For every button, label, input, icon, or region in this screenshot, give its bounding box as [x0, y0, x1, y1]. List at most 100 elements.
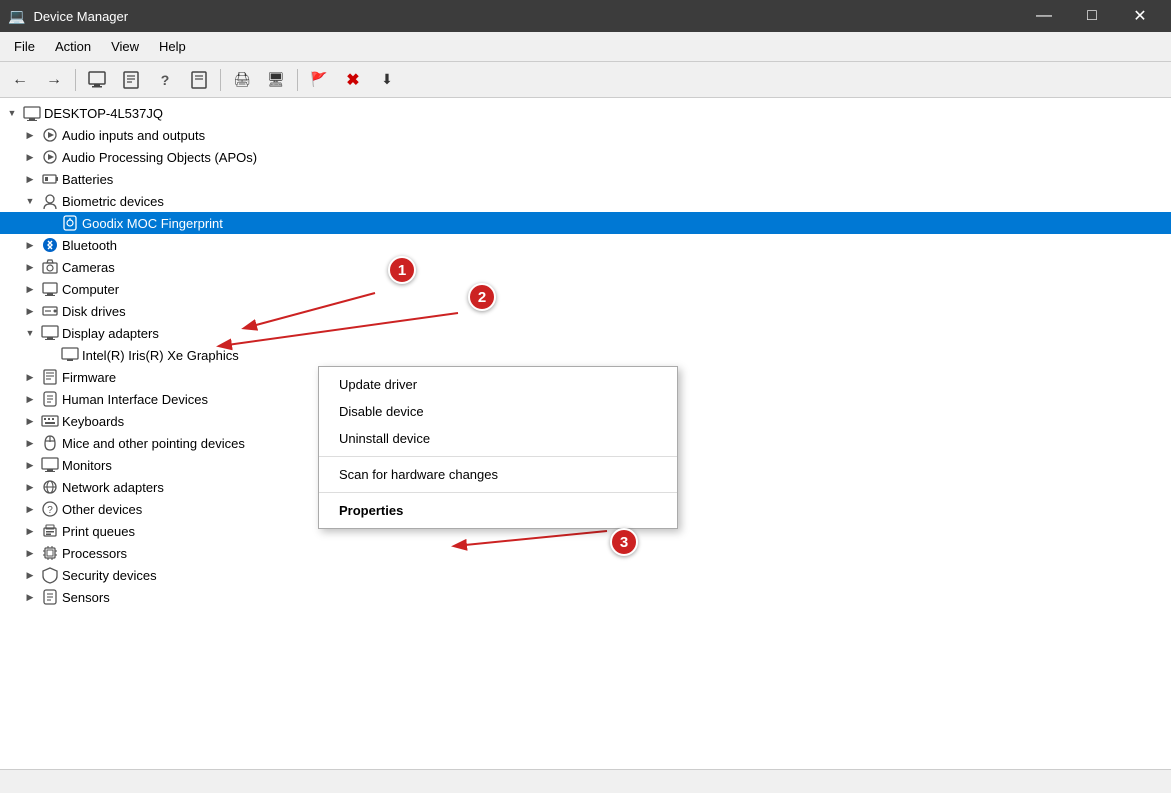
context-menu-update-driver[interactable]: Update driver [319, 371, 677, 398]
delete-button[interactable]: ✖ [337, 66, 369, 94]
expand-audio-io[interactable] [22, 127, 38, 143]
display-adapters-icon [41, 324, 59, 342]
intel-iris-label: Intel(R) Iris(R) Xe Graphics [82, 348, 239, 363]
menu-file[interactable]: File [4, 35, 45, 58]
expand-cameras[interactable] [22, 259, 38, 275]
audio-proc-label: Audio Processing Objects (APOs) [62, 150, 257, 165]
back-button[interactable]: ← [4, 66, 36, 94]
expand-other[interactable] [22, 501, 38, 517]
keyboards-icon [41, 412, 59, 430]
minimize-button[interactable]: — [1021, 0, 1067, 32]
context-menu-sep2 [319, 492, 677, 493]
device-manager-button[interactable] [81, 66, 113, 94]
print-button[interactable]: 🖨 [226, 66, 258, 94]
close-button[interactable]: ✕ [1117, 0, 1163, 32]
title-bar: 💻 Device Manager — □ ✕ [0, 0, 1171, 32]
print-queues-icon [41, 522, 59, 540]
tree-item-goodix[interactable]: Goodix MOC Fingerprint [0, 212, 1171, 234]
tree-item-disk-drives[interactable]: Disk drives [0, 300, 1171, 322]
cameras-icon [41, 258, 59, 276]
context-menu-disable-device[interactable]: Disable device [319, 398, 677, 425]
toolbar: ← → ? 🖨 🖥 🚩 ✖ ⬇ [0, 62, 1171, 98]
menu-view[interactable]: View [101, 35, 149, 58]
biometric-icon [41, 192, 59, 210]
expand-audio-proc[interactable] [22, 149, 38, 165]
hid-icon [41, 390, 59, 408]
tree-item-computer[interactable]: Computer [0, 278, 1171, 300]
root-icon [23, 104, 41, 122]
processors-label: Processors [62, 546, 127, 561]
context-menu-uninstall-device[interactable]: Uninstall device [319, 425, 677, 452]
computer-label: Computer [62, 282, 119, 297]
tree-item-bluetooth[interactable]: Bluetooth [0, 234, 1171, 256]
expand-mice[interactable] [22, 435, 38, 451]
tree-item-security[interactable]: Security devices [0, 564, 1171, 586]
tree-item-batteries[interactable]: Batteries [0, 168, 1171, 190]
other-label: Other devices [62, 502, 142, 517]
flag-button[interactable]: 🚩 [303, 66, 335, 94]
expand-display-adapters[interactable] [22, 325, 38, 341]
sensors-icon [41, 588, 59, 606]
root-label: DESKTOP-4L537JQ [44, 106, 163, 121]
tree-item-root[interactable]: DESKTOP-4L537JQ [0, 102, 1171, 124]
device-tree[interactable]: DESKTOP-4L537JQ Audio inputs and outputs… [0, 98, 1171, 612]
expand-biometric[interactable] [22, 193, 38, 209]
print-queues-label: Print queues [62, 524, 135, 539]
app-title: Device Manager [33, 9, 128, 24]
menu-bar: File Action View Help [0, 32, 1171, 62]
expand-bluetooth[interactable] [22, 237, 38, 253]
tree-item-biometric[interactable]: Biometric devices [0, 190, 1171, 212]
expand-monitors[interactable] [22, 457, 38, 473]
security-label: Security devices [62, 568, 157, 583]
expand-keyboards[interactable] [22, 413, 38, 429]
network-icon [41, 478, 59, 496]
batteries-icon [41, 170, 59, 188]
forward-button[interactable]: → [38, 66, 70, 94]
disk-drives-icon [41, 302, 59, 320]
expand-disk-drives[interactable] [22, 303, 38, 319]
expand-print-queues[interactable] [22, 523, 38, 539]
keyboards-label: Keyboards [62, 414, 124, 429]
other-icon: ? [41, 500, 59, 518]
expand-root[interactable] [4, 105, 20, 121]
monitor-button[interactable]: 🖥 [260, 66, 292, 94]
download-button[interactable]: ⬇ [371, 66, 403, 94]
svg-text:?: ? [47, 505, 53, 516]
network-label: Network adapters [62, 480, 164, 495]
expand-security[interactable] [22, 567, 38, 583]
processors-icon [41, 544, 59, 562]
context-menu-properties[interactable]: Properties [319, 497, 677, 524]
menu-action[interactable]: Action [45, 35, 101, 58]
help-button[interactable]: ? [149, 66, 181, 94]
app-icon: 💻 [8, 8, 25, 25]
intel-iris-icon [61, 346, 79, 364]
monitors-label: Monitors [62, 458, 112, 473]
expand-computer[interactable] [22, 281, 38, 297]
expand-processors[interactable] [22, 545, 38, 561]
tree-item-processors[interactable]: Processors [0, 542, 1171, 564]
tree-item-sensors[interactable]: Sensors [0, 586, 1171, 608]
bluetooth-label: Bluetooth [62, 238, 117, 253]
context-menu-scan[interactable]: Scan for hardware changes [319, 461, 677, 488]
tree-item-audio-proc[interactable]: Audio Processing Objects (APOs) [0, 146, 1171, 168]
expand-network[interactable] [22, 479, 38, 495]
tree-item-display-adapters[interactable]: Display adapters [0, 322, 1171, 344]
goodix-label: Goodix MOC Fingerprint [82, 216, 223, 231]
monitors-icon [41, 456, 59, 474]
maximize-button[interactable]: □ [1069, 0, 1115, 32]
tree-view-container: DESKTOP-4L537JQ Audio inputs and outputs… [0, 98, 1171, 769]
properties-button[interactable] [115, 66, 147, 94]
audio-io-icon [41, 126, 59, 144]
tree-item-intel-iris[interactable]: Intel(R) Iris(R) Xe Graphics [0, 344, 1171, 366]
expand-firmware[interactable] [22, 369, 38, 385]
expand-sensors[interactable] [22, 589, 38, 605]
status-bar [0, 769, 1171, 793]
security-icon [41, 566, 59, 584]
expand-hid[interactable] [22, 391, 38, 407]
tree-item-audio-io[interactable]: Audio inputs and outputs [0, 124, 1171, 146]
tree-item-cameras[interactable]: Cameras [0, 256, 1171, 278]
expand-batteries[interactable] [22, 171, 38, 187]
bluetooth-icon [41, 236, 59, 254]
properties2-button[interactable] [183, 66, 215, 94]
menu-help[interactable]: Help [149, 35, 196, 58]
